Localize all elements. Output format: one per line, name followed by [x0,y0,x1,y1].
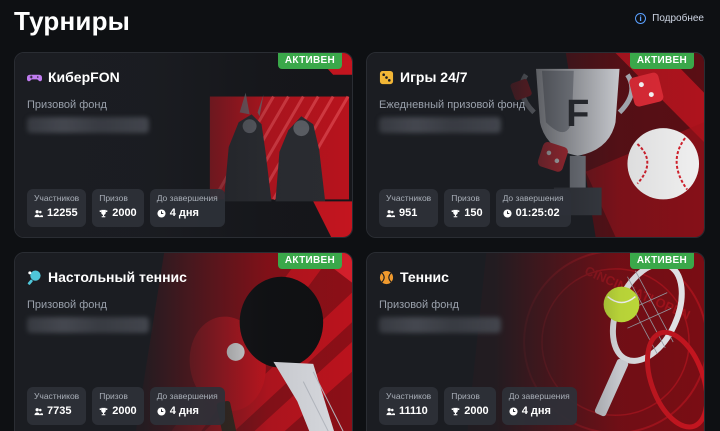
prize-fund-value [379,317,501,333]
info-icon: i [635,13,647,24]
tournament-card-games-24-7[interactable]: F АКТИВЕН Игры 24/7 Ежедневный призовой … [366,52,705,238]
prizes-stat: Призов 150 [444,189,490,227]
participants-stat: Участников 12255 [27,189,87,227]
users-icon [34,407,43,416]
prize-fund-label: Призовой фонд [27,99,107,111]
clock-icon [157,406,166,416]
trophy-icon [99,209,108,218]
clock-icon [157,208,166,218]
prizes-stat: Призов 2000 [92,189,144,227]
card-title: КиберFON [48,69,120,85]
participants-stat: Участников 951 [379,189,439,227]
prize-fund-label: Ежедневный призовой фонд [379,99,526,111]
ends-stat: До завершения 01:25:02 [495,189,571,227]
tennis-ball-icon [379,270,394,285]
tournament-card-cyberfon[interactable]: АКТИВЕН КиберFON Призовой фонд Участнико… [14,52,353,238]
prize-fund-value [379,117,501,133]
trophy-icon [99,407,108,416]
prizes-stat: Призов 2000 [92,387,144,425]
ends-stat: До завершения 4 дня [149,189,225,227]
status-badge: АКТИВЕН [629,53,694,69]
card-title: Настольный теннис [48,269,187,285]
table-tennis-icon [27,269,42,285]
prize-fund-value [27,317,149,333]
dice-icon [379,70,394,85]
more-info-link[interactable]: i Подробнее [635,13,704,24]
clock-icon [503,208,512,218]
prizes-stat: Призов 2000 [444,387,496,425]
tournament-card-tennis[interactable]: CINCINNATI OPEN АКТИВЕН Теннис Призовой … [366,252,705,431]
page-title: Турниры [14,6,131,36]
prize-fund-label: Призовой фонд [27,299,107,311]
ends-stat: До завершения 4 дня [149,387,225,425]
prize-fund-value [27,117,149,133]
users-icon [34,209,43,218]
trophy-icon [451,407,460,416]
prize-fund-label: Призовой фонд [379,299,459,311]
tournament-card-table-tennis[interactable]: АКТИВЕН Настольный теннис Призовой фонд … [14,252,353,431]
users-icon [386,209,395,218]
card-title: Игры 24/7 [400,69,468,85]
status-badge: АКТИВЕН [277,53,342,69]
users-icon [386,407,395,416]
participants-stat: Участников 7735 [27,387,87,425]
status-badge: АКТИВЕН [629,253,694,269]
ends-stat: До завершения 4 дня [501,387,577,425]
trophy-icon [451,209,460,218]
clock-icon [509,406,518,416]
status-badge: АКТИВЕН [277,253,342,269]
card-title: Теннис [400,269,449,285]
participants-stat: Участников 11110 [379,387,439,425]
gamepad-icon [27,70,42,85]
more-info-label: Подробнее [652,13,704,24]
